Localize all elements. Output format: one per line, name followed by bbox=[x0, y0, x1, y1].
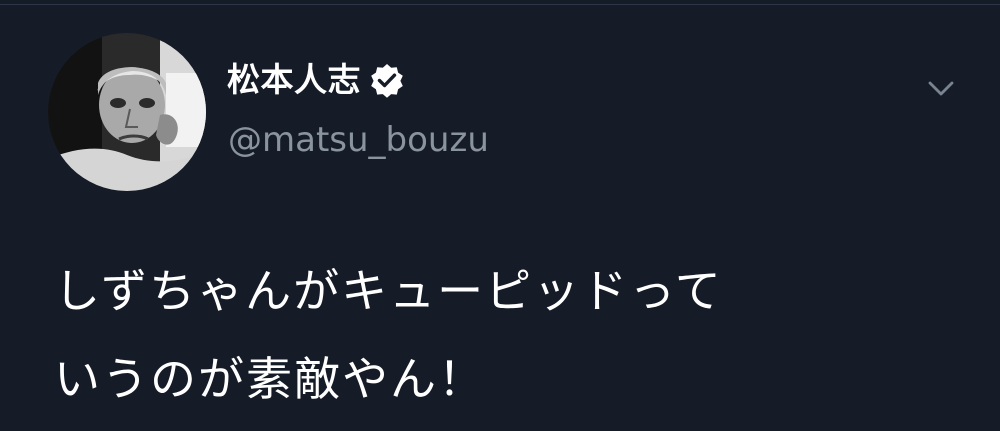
display-name[interactable]: 松本人志 bbox=[227, 58, 361, 102]
tweet-text-line-1: しずちゃんがキューピッドって bbox=[54, 264, 723, 318]
tweet-text: しずちゃんがキューピッドって いうのが素敵やん！ bbox=[54, 247, 954, 423]
tweet-card: 松本人志 @matsu_bouzu しずちゃんがキューピッドって いうのが素敵や… bbox=[0, 0, 1000, 431]
display-name-row: 松本人志 bbox=[227, 58, 405, 102]
avatar-photo bbox=[48, 33, 206, 191]
tweet-menu-button[interactable] bbox=[920, 72, 962, 106]
user-handle[interactable]: @matsu_bouzu bbox=[228, 116, 489, 164]
chevron-down-icon bbox=[928, 81, 954, 96]
tweet-text-line-2: いうのが素敵やん！ bbox=[54, 352, 486, 406]
verified-badge-icon bbox=[369, 62, 405, 98]
avatar[interactable] bbox=[48, 33, 206, 191]
